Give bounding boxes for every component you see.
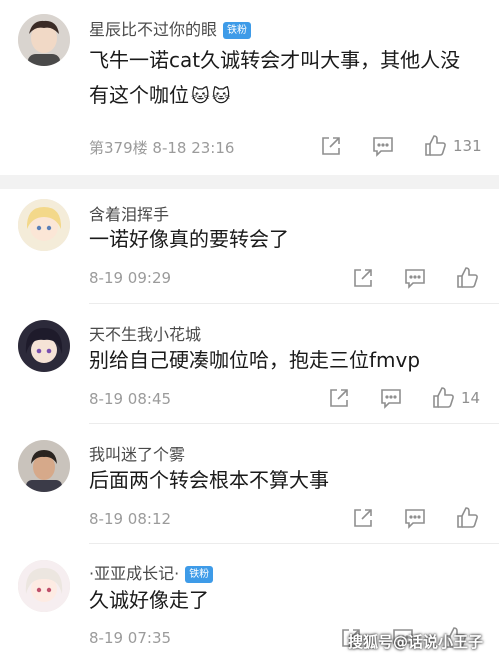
reply-button[interactable] (372, 135, 394, 157)
section-divider (0, 175, 499, 189)
share-icon (354, 269, 372, 287)
like-button[interactable]: 131 (424, 134, 482, 157)
share-button[interactable] (328, 387, 350, 409)
comment-text: 后面两个转会根本不算大事 (89, 468, 329, 492)
emoji-icon: 🐱 (211, 86, 231, 107)
avatar[interactable] (18, 440, 70, 492)
username[interactable]: 我叫迷了个雾 (89, 441, 185, 465)
avatar[interactable] (18, 199, 70, 251)
thumbs-up-icon (433, 387, 454, 408)
comment-text: 飞牛一诺cat久诚转会才叫大事，其他人没 有这个咖位 🐱 🐱 (89, 48, 461, 107)
username[interactable]: 星辰比不过你的眼 铁粉 (89, 16, 252, 40)
comment-meta: 8-19 08:45 (89, 390, 172, 408)
avatar[interactable] (18, 560, 70, 612)
username[interactable]: ·亚亚成长记· 铁粉 (89, 560, 214, 584)
thumbs-up-icon (457, 267, 478, 288)
like-button[interactable]: 14 (432, 386, 480, 409)
fan-badge: 铁粉 (223, 22, 252, 39)
share-icon (354, 509, 372, 527)
emoji-icon: 🐱 (191, 86, 210, 107)
like-button[interactable] (456, 266, 479, 289)
reply-button[interactable] (404, 267, 426, 289)
username[interactable]: 天不生我小花城 (89, 321, 201, 345)
like-count: 131 (453, 136, 482, 155)
comment-text: 别给自己硬凑咖位哈，抱走三位fmvp (89, 348, 421, 372)
comment-meta: 8-19 09:29 (89, 269, 172, 287)
share-button[interactable] (352, 267, 374, 289)
comment-icon (405, 269, 425, 289)
comment-meta: 第379楼 8-18 23:16 (89, 139, 235, 157)
avatar[interactable] (18, 14, 70, 66)
reply-button[interactable] (380, 387, 402, 409)
reply-button[interactable] (404, 507, 426, 529)
comment-icon (381, 389, 401, 409)
watermark: 搜狐号@话说小王子 (347, 633, 483, 651)
comment-meta: 8-19 07:35 (89, 629, 172, 647)
share-icon (330, 389, 348, 407)
like-count: 14 (461, 388, 481, 407)
thumbs-up-icon (457, 507, 478, 528)
fan-badge: 铁粉 (185, 566, 214, 583)
comment-icon (405, 509, 425, 529)
share-button[interactable] (320, 135, 342, 157)
like-button[interactable] (456, 506, 479, 529)
comment-meta: 8-19 08:12 (89, 510, 172, 528)
comment-text: 久诚好像走了 (89, 588, 209, 612)
comment-item: 星辰比不过你的眼 铁粉 飞牛一诺cat久诚转会才叫大事，其他人没 有这个咖位 🐱 🐱 … (0, 0, 499, 175)
share-icon (322, 137, 340, 155)
share-button[interactable] (352, 507, 374, 529)
comment-item: 含着泪挥手 一诺好像真的要转会了 8-19 09:29 (0, 189, 499, 304)
comment-item: 我叫迷了个雾 后面两个转会根本不算大事 8-19 08:12 (0, 424, 499, 544)
avatar[interactable] (18, 320, 70, 372)
comment-text: 一诺好像真的要转会了 (89, 227, 289, 251)
thumbs-up-icon (425, 135, 446, 156)
comment-icon (373, 137, 393, 157)
comment-item: 天不生我小花城 别给自己硬凑咖位哈，抱走三位fmvp 8-19 08:45 14 (0, 304, 499, 424)
